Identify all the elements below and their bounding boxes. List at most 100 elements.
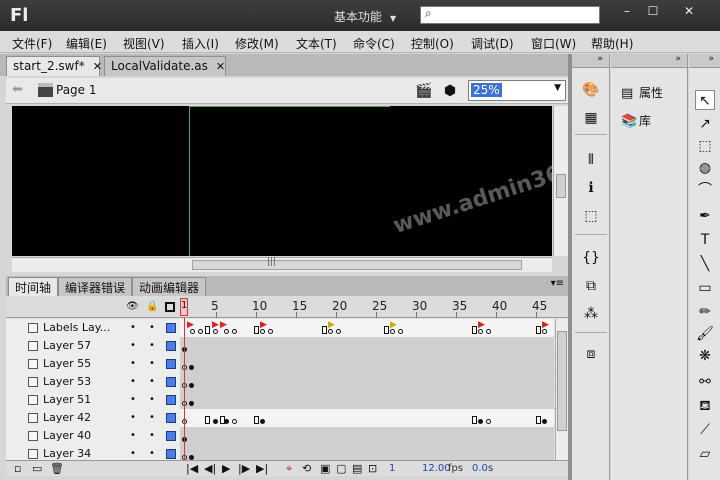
lock-dot[interactable]: • xyxy=(149,394,155,405)
menu-view[interactable]: 视图(V) xyxy=(123,35,165,52)
3d-rotation-tool-icon[interactable]: ◍ xyxy=(695,158,715,178)
layer-info[interactable]: Layer 57 • • xyxy=(6,337,180,355)
current-frame[interactable]: 1 xyxy=(389,463,395,474)
visible-dot[interactable]: • xyxy=(130,358,136,369)
subselection-tool-icon[interactable]: ↗ xyxy=(695,114,715,134)
deco-tool-icon[interactable]: ❋ xyxy=(695,346,715,366)
free-transform-tool-icon[interactable]: ⬚ xyxy=(695,136,715,156)
eraser-tool-icon[interactable]: ▱ xyxy=(695,444,715,464)
bone-tool-icon[interactable]: ⚯ xyxy=(695,372,715,392)
layer-row[interactable]: Layer 51 • • xyxy=(6,391,568,409)
lock-dot[interactable]: • xyxy=(149,430,155,441)
frame-row[interactable] xyxy=(180,337,554,355)
line-tool-icon[interactable]: ╲ xyxy=(695,254,715,274)
menu-window[interactable]: 窗口(W) xyxy=(531,35,576,52)
scroll-thumb[interactable] xyxy=(557,331,567,431)
layer-row[interactable]: Layer 53 • • xyxy=(6,373,568,391)
frame-row[interactable] xyxy=(180,355,554,373)
lock-dot[interactable]: • xyxy=(149,340,155,351)
layer-row[interactable]: Layer 57 • • xyxy=(6,337,568,355)
menu-modify[interactable]: 修改(M) xyxy=(235,35,279,52)
layer-info[interactable]: Layer 40 • • xyxy=(6,427,180,445)
menu-edit[interactable]: 编辑(E) xyxy=(66,35,107,52)
menu-text[interactable]: 文本(T) xyxy=(296,35,337,52)
pencil-tool-icon[interactable]: ✏ xyxy=(695,302,715,322)
tab-localvalidate[interactable]: LocalValidate.as ✕ xyxy=(104,56,226,76)
library-tab[interactable]: 📚 库 xyxy=(621,112,651,129)
panel-header[interactable]: » xyxy=(689,54,720,68)
step-forward-icon[interactable]: |▶ xyxy=(238,462,250,475)
outline-color-swatch[interactable] xyxy=(166,323,176,333)
code-snippets-icon[interactable]: {} xyxy=(581,248,601,268)
loop-icon[interactable]: ⟲ xyxy=(302,462,311,475)
panel-menu-icon[interactable]: ▾≡ xyxy=(551,278,564,289)
swatches-panel-icon[interactable]: ▦ xyxy=(581,108,601,128)
brush-tool-icon[interactable]: 🖌 xyxy=(695,324,715,344)
outline-color-swatch[interactable] xyxy=(166,413,176,423)
info-panel-icon[interactable]: ℹ xyxy=(581,178,601,198)
zoom-select[interactable]: 25% ▼ xyxy=(468,80,566,101)
center-frame-icon[interactable]: ⌖ xyxy=(286,462,292,476)
outline-color-swatch[interactable] xyxy=(166,449,176,459)
eye-icon[interactable]: 👁 xyxy=(126,301,139,312)
layer-row[interactable]: Layer 55 • • xyxy=(6,355,568,373)
playhead[interactable]: 1 xyxy=(180,298,188,316)
outline-color-swatch[interactable] xyxy=(166,359,176,369)
first-frame-icon[interactable]: |◀ xyxy=(186,462,198,475)
pen-tool-icon[interactable]: ✒ xyxy=(695,206,715,226)
layer-row[interactable]: Layer 40 • • xyxy=(6,427,568,445)
edit-multiple-icon[interactable]: ▤ xyxy=(352,462,362,475)
close-icon[interactable]: ✕ xyxy=(93,60,102,73)
scene-panel-icon[interactable]: ⧈ xyxy=(581,344,601,364)
modify-markers-icon[interactable]: ⊡ xyxy=(368,462,377,475)
frame-rate[interactable]: 12.00 xyxy=(422,463,451,474)
edit-symbols-icon[interactable]: ⬢ xyxy=(440,81,460,101)
stage-canvas[interactable] xyxy=(12,106,552,256)
layer-info[interactable]: Layer 53 • • xyxy=(6,373,180,391)
panel-header[interactable]: » xyxy=(611,54,687,68)
paint-bucket-tool-icon[interactable]: ⛾ xyxy=(695,396,715,416)
play-icon[interactable]: ▶ xyxy=(222,462,230,475)
menu-file[interactable]: 文件(F) xyxy=(12,35,52,52)
lasso-tool-icon[interactable]: ⌒ xyxy=(695,180,715,200)
collapse-icon[interactable]: » xyxy=(675,54,681,64)
outline-icon[interactable] xyxy=(165,302,175,312)
onion-outline-icon[interactable]: ▢ xyxy=(336,462,346,475)
scroll-thumb[interactable] xyxy=(192,260,522,270)
lock-dot[interactable]: • xyxy=(149,358,155,369)
lock-dot[interactable]: • xyxy=(149,322,155,333)
layer-row[interactable]: Layer 42 • • xyxy=(6,409,568,427)
lock-dot[interactable]: • xyxy=(149,376,155,387)
frame-row[interactable] xyxy=(180,373,554,391)
selection-tool-icon[interactable]: ↖ xyxy=(695,90,715,110)
menu-control[interactable]: 控制(O) xyxy=(411,35,454,52)
scroll-thumb[interactable] xyxy=(556,174,566,198)
menu-commands[interactable]: 命令(C) xyxy=(353,35,395,52)
close-button[interactable]: ✕ xyxy=(676,3,702,19)
layer-info[interactable]: Labels Lay... • • xyxy=(6,319,180,337)
help-search-input[interactable]: ⌕ xyxy=(420,6,600,24)
step-back-icon[interactable]: ◀| xyxy=(204,462,216,475)
edit-scene-icon[interactable]: 🎬 xyxy=(414,81,434,101)
collapse-icon[interactable]: » xyxy=(597,54,603,64)
tab-timeline[interactable]: 时间轴 xyxy=(8,277,58,296)
maximize-button[interactable]: ☐ xyxy=(640,3,666,19)
frame-row[interactable] xyxy=(180,427,554,445)
new-layer-icon[interactable]: ▫ xyxy=(14,462,21,475)
tab-start-swf[interactable]: start_2.swf* ✕ xyxy=(6,56,102,76)
transform-panel-icon[interactable]: ⬚ xyxy=(581,206,601,226)
tab-compiler-errors[interactable]: 编译器错误 xyxy=(58,277,132,296)
workspace-switcher[interactable]: 基本功能 ▼ xyxy=(334,8,396,25)
tab-motion-editor[interactable]: 动画编辑器 xyxy=(132,277,206,296)
layer-row[interactable]: Labels Lay... • • ▶ ▶ ▶ ▶ ▶ ▶ ▶ ▶ xyxy=(6,319,568,337)
visible-dot[interactable]: • xyxy=(130,340,136,351)
outline-color-swatch[interactable] xyxy=(166,395,176,405)
color-panel-icon[interactable]: 🎨 xyxy=(581,80,601,100)
close-icon[interactable]: ✕ xyxy=(216,60,225,73)
menu-insert[interactable]: 插入(I) xyxy=(182,35,219,52)
rectangle-tool-icon[interactable]: ▭ xyxy=(695,278,715,298)
stage-vertical-scrollbar[interactable] xyxy=(553,106,568,256)
lock-icon[interactable]: 🔒 xyxy=(146,301,158,312)
trash-icon[interactable]: 🗑 xyxy=(50,462,64,475)
motion-presets-icon[interactable]: ⁂ xyxy=(581,304,601,324)
